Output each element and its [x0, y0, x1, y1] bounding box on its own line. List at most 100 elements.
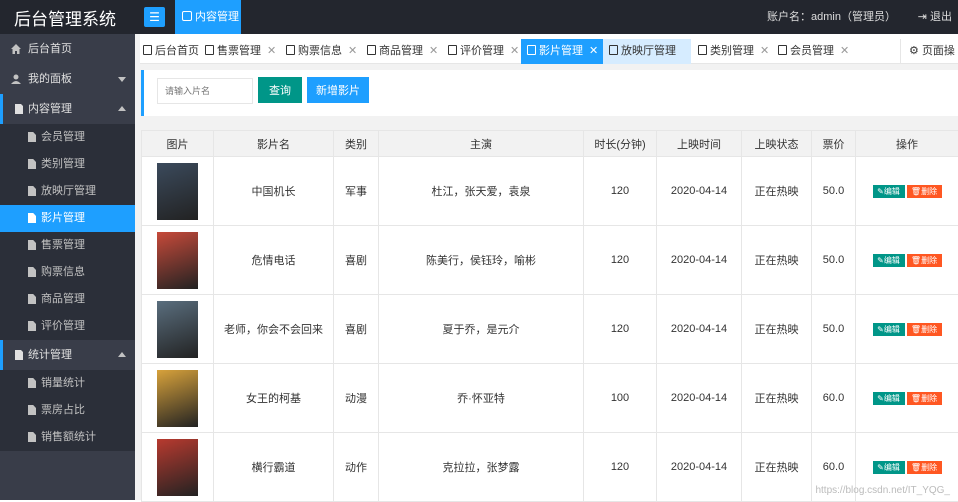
sidebar-item-label: 放映厅管理: [41, 185, 96, 197]
close-icon[interactable]: ✕: [840, 45, 849, 57]
edit-button[interactable]: ✎编辑: [873, 323, 905, 336]
delete-button[interactable]: 🗑删除: [907, 185, 942, 198]
sidebar-item-stats-management[interactable]: 统计管理: [0, 340, 135, 370]
table-header-row: 图片 影片名 类别 主演 时长(分钟) 上映时间 上映状态 票价 操作: [142, 131, 958, 157]
close-icon[interactable]: ✕: [429, 45, 438, 57]
sidebar-item-movie[interactable]: 影片管理: [0, 205, 135, 232]
movie-name-search-input[interactable]: [157, 78, 253, 104]
sidebar-item-label: 后台首页: [28, 43, 72, 55]
document-icon: [14, 104, 24, 114]
delete-button[interactable]: 🗑删除: [907, 254, 942, 267]
close-icon[interactable]: ✕: [589, 45, 598, 57]
movie-status: 正在热映: [742, 295, 812, 364]
column-header-actors: 主演: [379, 131, 584, 157]
movie-actors: 克拉拉，张梦露: [379, 433, 584, 502]
edit-icon: [182, 11, 192, 21]
tab-purchase-info[interactable]: 购票信息✕: [283, 39, 363, 64]
query-button[interactable]: 查询: [258, 77, 302, 103]
sidebar-item-member[interactable]: 会员管理: [0, 124, 135, 151]
file-icon: [28, 213, 36, 223]
movie-duration: 120: [584, 226, 657, 295]
movie-poster-image: [157, 163, 198, 220]
file-icon: [28, 132, 36, 142]
page-operations-button[interactable]: ⚙ 页面操作: [900, 39, 958, 64]
movie-price: 50.0: [812, 226, 856, 295]
sidebar-group-stats: 统计管理 销量统计 票房占比 销售额统计: [0, 340, 135, 451]
tab-hall[interactable]: 放映厅管理✕: [603, 39, 691, 64]
movie-status: 正在热映: [742, 157, 812, 226]
top-nav-content-management[interactable]: 内容管理: [175, 0, 241, 34]
sidebar-item-sales-amount[interactable]: 销售额统计: [0, 424, 135, 451]
poster-cell: [142, 226, 214, 295]
logout-link[interactable]: ⇥ 退出: [918, 0, 952, 34]
delete-label: 删除: [921, 187, 937, 196]
column-header-status: 上映状态: [742, 131, 812, 157]
file-icon: [28, 321, 36, 331]
tab-goods[interactable]: 商品管理 ✕: [364, 39, 444, 64]
movie-actors: 杜江，张天爱，袁泉: [379, 157, 584, 226]
close-icon[interactable]: ✕: [510, 45, 519, 57]
table-row: 老师，你会不会回来喜剧夏于乔，是元介1202020-04-14正在热映50.0✎…: [142, 295, 958, 364]
movie-category: 喜剧: [334, 295, 379, 364]
trash-icon: 🗑: [911, 463, 921, 472]
delete-button[interactable]: 🗑删除: [907, 323, 942, 336]
sidebar-item-category[interactable]: 类别管理: [0, 151, 135, 178]
sidebar-item-content-management[interactable]: 内容管理: [0, 94, 135, 124]
poster-cell: [142, 364, 214, 433]
actions-cell: ✎编辑🗑删除: [856, 157, 958, 226]
sidebar-item-ticket[interactable]: 售票管理: [0, 232, 135, 259]
table-row: 危情电话喜剧陈美行，侯钰玲，喻彬1202020-04-14正在热映50.0✎编辑…: [142, 226, 958, 295]
close-icon[interactable]: ✕: [760, 45, 769, 57]
edit-button[interactable]: ✎编辑: [873, 254, 905, 267]
edit-button[interactable]: ✎编辑: [873, 461, 905, 474]
sidebar-item-box-office[interactable]: 票房占比: [0, 397, 135, 424]
delete-button[interactable]: 🗑删除: [907, 392, 942, 405]
add-movie-button[interactable]: 新增影片: [307, 77, 369, 103]
movie-price: 50.0: [812, 295, 856, 364]
file-icon: [28, 378, 36, 388]
sidebar-item-label: 票房占比: [41, 404, 85, 416]
sidebar-item-my-panel[interactable]: 我的面板: [0, 64, 135, 94]
tab-review[interactable]: 评价管理✕: [445, 39, 525, 64]
delete-button[interactable]: 🗑删除: [907, 461, 942, 474]
movie-duration: 100: [584, 364, 657, 433]
movie-release-date: 2020-04-14: [657, 295, 742, 364]
user-icon: [11, 74, 21, 84]
close-icon[interactable]: ✕: [348, 45, 357, 57]
movie-table: 图片 影片名 类别 主演 时长(分钟) 上映时间 上映状态 票价 操作 中国机长…: [141, 130, 958, 500]
file-icon: [28, 267, 36, 277]
movie-poster-image: [157, 232, 198, 289]
account-name: 账户名：admin（管理员）: [767, 0, 896, 34]
tab-movie[interactable]: 影片管理✕: [521, 39, 603, 64]
edit-icon: [609, 45, 618, 55]
sidebar-group-content: 内容管理 会员管理 类别管理 放映厅管理 影片管理 售票管理 购票信息 商品管理…: [0, 94, 135, 340]
hamburger-icon[interactable]: ☰: [144, 7, 165, 27]
tab-member[interactable]: 会员管理 ✕: [775, 39, 853, 64]
edit-button[interactable]: ✎编辑: [873, 392, 905, 405]
sidebar-item-purchase-info[interactable]: 购票信息: [0, 259, 135, 286]
sidebar-item-label: 销量统计: [41, 377, 85, 389]
column-header-name: 影片名: [214, 131, 334, 157]
search-bar: 查询 新增影片: [141, 70, 958, 116]
poster-cell: [142, 295, 214, 364]
sidebar-item-goods[interactable]: 商品管理: [0, 286, 135, 313]
monitor-icon: [143, 45, 152, 55]
column-header-actions: 操作: [856, 131, 958, 157]
tab-label: 会员管理: [790, 45, 834, 57]
tab-label: 后台首页: [155, 45, 199, 57]
tab-label: 商品管理: [379, 45, 423, 57]
movie-name: 老师，你会不会回来: [214, 295, 334, 364]
edit-label: 编辑: [884, 187, 900, 196]
sidebar-item-home[interactable]: 后台首页: [0, 34, 135, 64]
column-header-category: 类别: [334, 131, 379, 157]
tab-home[interactable]: 后台首页: [140, 39, 200, 64]
edit-button[interactable]: ✎编辑: [873, 185, 905, 198]
movie-duration: 120: [584, 295, 657, 364]
tab-category[interactable]: 类别管理✕: [695, 39, 773, 64]
tab-ticket[interactable]: 售票管理✕: [202, 39, 282, 64]
sidebar-item-hall[interactable]: 放映厅管理: [0, 178, 135, 205]
close-icon[interactable]: ✕: [267, 45, 276, 57]
sidebar-item-review[interactable]: 评价管理: [0, 313, 135, 340]
edit-icon: [367, 45, 376, 55]
sidebar-item-sales-volume[interactable]: 销量统计: [0, 370, 135, 397]
